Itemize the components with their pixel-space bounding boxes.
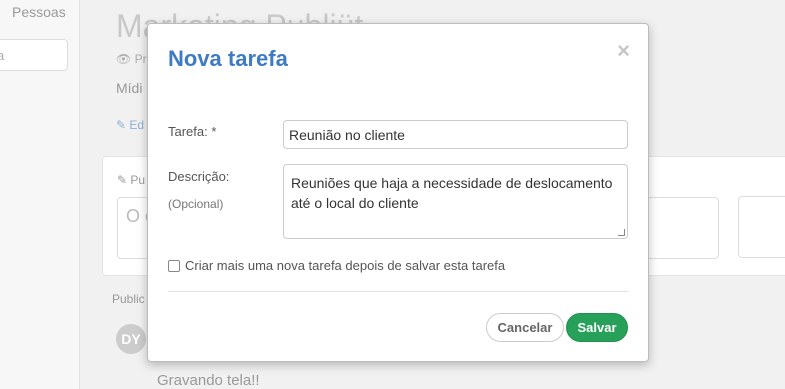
description-textarea[interactable]: Reuniões que haja a necessidade de deslo… [283, 164, 628, 239]
resize-handle-icon[interactable] [618, 229, 625, 236]
description-label: Descrição: [168, 169, 230, 184]
task-input[interactable]: Reunião no cliente [283, 120, 628, 149]
task-label: Tarefa: * [168, 124, 217, 139]
save-button[interactable]: Salvar [566, 313, 628, 342]
footer-divider [168, 291, 628, 292]
dialog-title: Nova tarefa [168, 46, 288, 71]
cancel-button[interactable]: Cancelar [486, 313, 564, 342]
create-another-checkbox[interactable] [168, 259, 180, 272]
create-another-row[interactable]: Criar mais uma nova tarefa depois de sal… [168, 258, 505, 273]
create-another-label: Criar mais uma nova tarefa depois de sal… [185, 258, 506, 273]
close-icon[interactable]: × [617, 38, 630, 64]
optional-label: (Opcional) [168, 197, 224, 211]
new-task-dialog: Nova tarefa × Tarefa: * Reunião no clien… [147, 23, 649, 362]
description-text: Reuniões que haja a necessidade de deslo… [291, 175, 613, 211]
